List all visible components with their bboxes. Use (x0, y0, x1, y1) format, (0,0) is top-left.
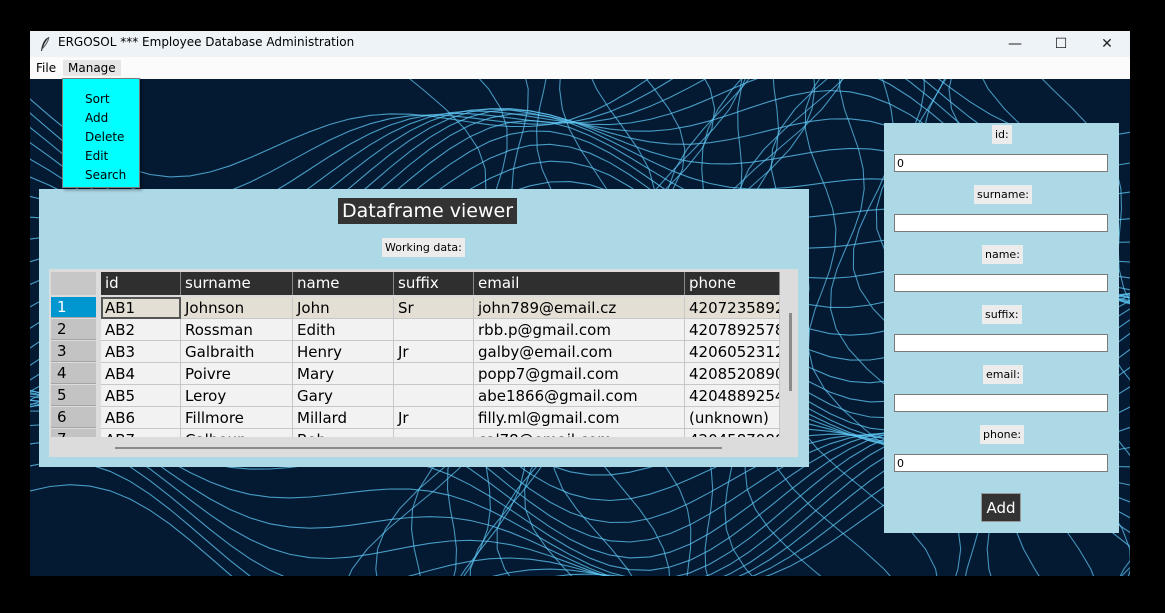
row-index[interactable]: 7 (51, 429, 96, 437)
maximize-button[interactable]: ☐ (1038, 31, 1084, 57)
row-index[interactable]: 1 (51, 297, 96, 318)
table-cell-name[interactable]: Gary (293, 385, 394, 407)
column-header-surname[interactable]: surname (181, 272, 293, 295)
table-cell-phone[interactable]: (unknown) (685, 407, 780, 429)
table-cell-email[interactable]: john789@email.cz (474, 297, 685, 319)
window-title: ERGOSOL *** Employee Database Administra… (58, 35, 355, 49)
suffix-field[interactable] (894, 334, 1108, 352)
surname-label: surname: (974, 185, 1032, 204)
working-data-label: Working data: (382, 238, 465, 257)
menu-item-edit[interactable]: Edit (85, 149, 108, 163)
menu-manage[interactable]: Manage (63, 60, 121, 76)
id-field[interactable] (894, 154, 1108, 172)
table-cell-suffix[interactable]: Sr (394, 297, 474, 319)
table-cell-surname[interactable]: Fillmore (181, 407, 293, 429)
table-cell-name[interactable]: Mary (293, 363, 394, 385)
table-cell-email[interactable]: abe1866@gmail.com (474, 385, 685, 407)
table-cell-email[interactable]: cal78@email.com (474, 429, 685, 437)
table-cell-email[interactable]: popp7@gmail.com (474, 363, 685, 385)
menu-item-search[interactable]: Search (85, 168, 126, 182)
table-cell-surname[interactable]: Galbraith (181, 341, 293, 363)
table-cell-id[interactable]: AB6 (101, 407, 181, 429)
email-label: email: (983, 365, 1024, 384)
name-label: name: (982, 245, 1023, 264)
table-cell-email[interactable]: galby@email.com (474, 341, 685, 363)
viewer-title: Dataframe viewer (338, 198, 517, 224)
table-cell-suffix[interactable] (394, 363, 474, 385)
table-cell-surname[interactable]: Rossman (181, 319, 293, 341)
table-cell-phone[interactable]: 4208520890 (685, 363, 780, 385)
manage-dropdown-menu: Sort Add Delete Edit Search (62, 78, 140, 188)
table-cell-id[interactable]: AB3 (101, 341, 181, 363)
table-cell-id[interactable]: AB1 (101, 297, 181, 319)
table-cell-email[interactable]: rbb.p@gmail.com (474, 319, 685, 341)
table-cell-email[interactable]: filly.ml@gmail.com (474, 407, 685, 429)
table-cell-suffix[interactable] (394, 429, 474, 437)
table-cell-id[interactable]: AB7 (101, 429, 181, 437)
table-cell-name[interactable]: Bob (293, 429, 394, 437)
suffix-label: suffix: (982, 305, 1022, 324)
add-button[interactable]: Add (981, 493, 1021, 522)
phone-label: phone: (980, 425, 1025, 444)
table-cell-name[interactable]: John (293, 297, 394, 319)
table-cell-surname[interactable]: Calhoun (181, 429, 293, 437)
table-cell-suffix[interactable]: Jr (394, 407, 474, 429)
row-index[interactable]: 5 (51, 385, 96, 406)
table-cell-phone[interactable]: 4204889254 (685, 385, 780, 407)
vertical-scrollbar[interactable] (789, 313, 792, 391)
menu-file[interactable]: File (31, 60, 61, 76)
menu-item-add[interactable]: Add (85, 111, 108, 125)
table-cell-id[interactable]: AB2 (101, 319, 181, 341)
menu-bar: File Manage (30, 57, 1130, 79)
menu-item-delete[interactable]: Delete (85, 130, 124, 144)
table-cell-phone[interactable]: 4206052312 (685, 341, 780, 363)
column-header-suffix[interactable]: suffix (394, 272, 474, 295)
id-label: id: (992, 125, 1012, 144)
minimize-button[interactable]: — (992, 31, 1038, 57)
table-cell-name[interactable]: Henry (293, 341, 394, 363)
table-cell-id[interactable]: AB4 (101, 363, 181, 385)
phone-field[interactable] (894, 454, 1108, 472)
column-header-email[interactable]: email (474, 272, 685, 295)
table-cell-id[interactable]: AB5 (101, 385, 181, 407)
feather-icon (41, 36, 50, 51)
table-corner (51, 272, 96, 295)
row-index[interactable]: 2 (51, 319, 96, 340)
table-cell-phone[interactable]: 4207235892 (685, 297, 780, 319)
menu-item-sort[interactable]: Sort (85, 92, 110, 106)
table-cell-suffix[interactable] (394, 385, 474, 407)
table-cell-name[interactable]: Edith (293, 319, 394, 341)
table-cell-name[interactable]: Millard (293, 407, 394, 429)
maximize-icon: ☐ (1054, 36, 1068, 52)
row-index[interactable]: 6 (51, 407, 96, 428)
close-icon: ✕ (1101, 36, 1113, 52)
column-header-phone[interactable]: phone (685, 272, 780, 295)
table-cell-phone[interactable]: 4204587080 (685, 429, 780, 437)
table-cell-surname[interactable]: Leroy (181, 385, 293, 407)
surname-field[interactable] (894, 214, 1108, 232)
name-field[interactable] (894, 274, 1108, 292)
table-cell-suffix[interactable]: Jr (394, 341, 474, 363)
minimize-icon: — (1008, 36, 1022, 52)
column-header-id[interactable]: id (101, 272, 181, 295)
close-button[interactable]: ✕ (1084, 31, 1130, 57)
row-index[interactable]: 3 (51, 341, 96, 362)
table-cell-suffix[interactable] (394, 319, 474, 341)
table-cell-surname[interactable]: Poivre (181, 363, 293, 385)
table-cell-surname[interactable]: Johnson (181, 297, 293, 319)
row-index[interactable]: 4 (51, 363, 96, 384)
title-bar[interactable]: ERGOSOL *** Employee Database Administra… (30, 31, 1130, 57)
email-field[interactable] (894, 394, 1108, 412)
table-cell-phone[interactable]: 4207892578 (685, 319, 780, 341)
horizontal-scrollbar[interactable] (115, 447, 722, 449)
table-body: 1 AB1 Johnson John Sr john789@email.cz 4207235… (51, 297, 786, 437)
column-header-name[interactable]: name (293, 272, 394, 295)
